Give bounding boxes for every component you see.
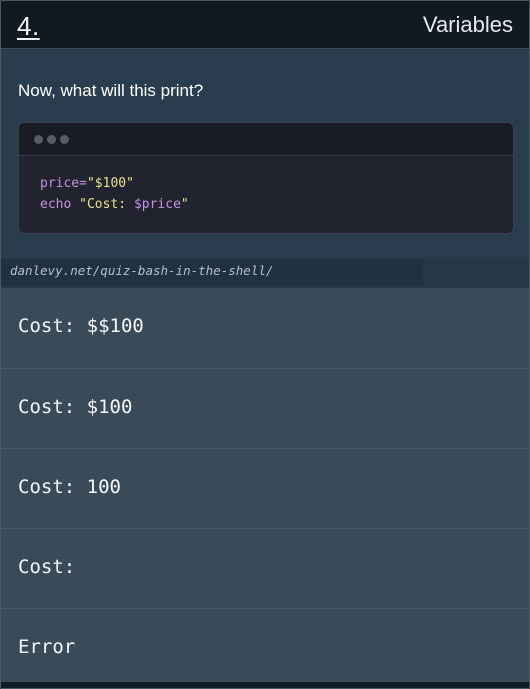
answer-option[interactable]: Cost: 100 [1,448,529,528]
question-number: 4. [17,11,40,41]
code-titlebar [19,123,513,156]
question-header: 4. Variables [1,1,529,49]
question-body: Now, what will this print? price="$100" … [1,50,529,259]
code-interpolation: $price [133,197,181,212]
quiz-card: 4. Variables Now, what will this print? … [0,0,530,689]
answer-option-label: Error [18,636,76,658]
window-dot-icon [60,135,69,144]
source-url-band: danlevy.net/quiz-bash-in-the-shell/ [1,259,423,286]
code-command: echo [40,197,72,212]
code-string: "Cost: [79,197,134,212]
code-line-1: price="$100" [40,173,513,194]
answer-option-label: Cost: $$100 [18,315,144,337]
code-line-2: echo "Cost: $price" [40,194,513,215]
code-string: "$100" [86,176,134,191]
code-block: price="$100" echo "Cost: $price" [19,156,513,215]
question-prompt: Now, what will this print? [18,81,204,100]
answer-option-label: Cost: $100 [18,396,133,418]
code-variable: price [40,176,80,191]
code-string: " [180,197,189,212]
answer-option[interactable]: Cost: [1,528,529,608]
answer-option-label: Cost: [18,556,76,578]
answer-option-label: Cost: 100 [18,476,121,498]
code-operator: = [79,176,87,191]
answer-option[interactable]: Cost: $$100 [1,288,529,368]
url-band-spacer [423,259,529,286]
answer-option[interactable]: Cost: $100 [1,368,529,448]
question-title: Variables [422,12,513,37]
answer-options: Cost: $$100 Cost: $100 Cost: 100 Cost: E… [1,288,529,682]
source-url: danlevy.net/quiz-bash-in-the-shell/ [10,263,274,278]
bottom-bar [1,682,529,688]
code-window: price="$100" echo "Cost: $price" [18,122,514,234]
window-dot-icon [34,135,43,144]
answer-option[interactable]: Error [1,608,529,688]
window-dot-icon [47,135,56,144]
